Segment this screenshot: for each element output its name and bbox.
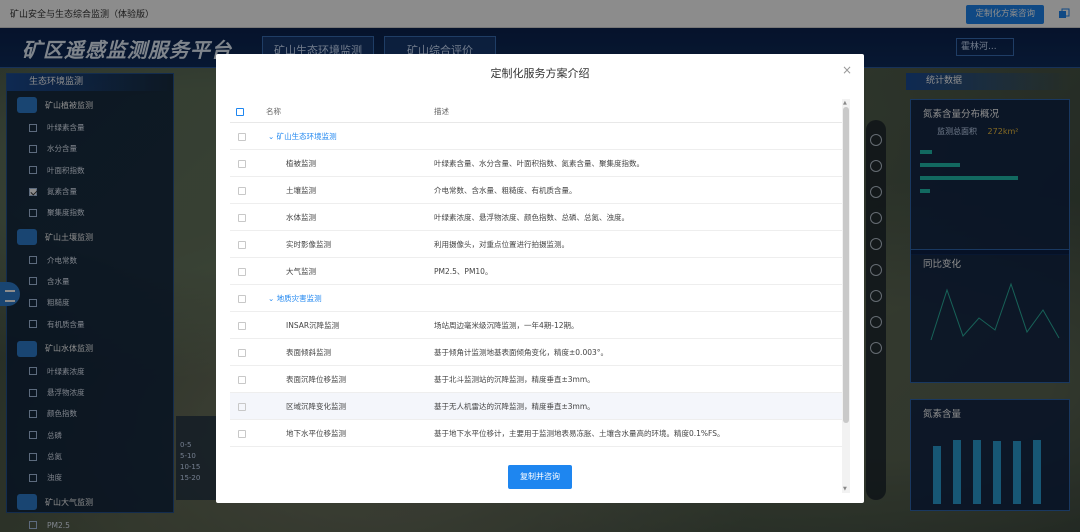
group-name: 矿山生态环境监测	[276, 132, 337, 141]
service-plan-modal: 定制化服务方案介绍 × 名称 描述 ⌄ 矿山生态环境监测 植被监测 叶绿素含量、水分…	[216, 54, 864, 503]
row-name[interactable]: ⌄ 地质灾害监测	[268, 293, 322, 304]
row-checkbox[interactable]	[238, 429, 246, 438]
row-checkbox[interactable]	[238, 240, 246, 249]
scroll-thumb[interactable]	[843, 107, 849, 423]
row-name: 表面沉降位移监测	[286, 375, 346, 384]
table-row[interactable]: 实时影像监测 利用摄像头，对重点位置进行拍摄监测。	[230, 231, 842, 258]
table-row[interactable]: 区域沉降变化监测 基于无人机雷达的沉降监测，精度垂直±3mm。	[230, 393, 842, 420]
service-table: 名称 描述 ⌄ 矿山生态环境监测 植被监测 叶绿素含量、水分含量、叶面积指数、氮素含…	[230, 99, 850, 493]
table-row[interactable]: 水体监测 叶绿素浓度、悬浮物浓度、颜色指数、总磷、总氮、浊度。	[230, 204, 842, 231]
table-row[interactable]: 大气监测 PM2.5、PM10。	[230, 258, 842, 285]
row-checkbox[interactable]	[238, 294, 246, 303]
table-row[interactable]: 土壤监测 介电常数、含水量、粗糙度、有机质含量。	[230, 177, 842, 204]
scroll-up-icon[interactable]: ▲	[843, 100, 847, 106]
row-desc: 场站周边毫米级沉降监测，一年4期-12期。	[434, 321, 579, 330]
table-row[interactable]: 表面倾斜监测 基于倾角计监测地基表面倾角变化，精度±0.003°。	[230, 339, 842, 366]
table-row[interactable]: INSAR沉降监测 场站周边毫米级沉降监测，一年4期-12期。	[230, 312, 842, 339]
table-group-row[interactable]: ⌄ 矿山生态环境监测	[230, 123, 842, 150]
row-name: 土壤监测	[286, 186, 316, 195]
table-scrollbar[interactable]: ▲ ▼	[842, 99, 850, 493]
row-name: 表面倾斜监测	[286, 348, 331, 357]
row-desc: 介电常数、含水量、粗糙度、有机质含量。	[434, 186, 577, 195]
row-desc: 基于北斗监测站的沉降监测，精度垂直±3mm。	[434, 375, 595, 384]
row-checkbox[interactable]	[238, 132, 246, 141]
row-desc: 利用摄像头，对重点位置进行拍摄监测。	[434, 240, 569, 249]
scroll-down-icon[interactable]: ▼	[843, 486, 847, 492]
row-checkbox[interactable]	[238, 321, 246, 330]
row-checkbox[interactable]	[238, 213, 246, 222]
row-checkbox[interactable]	[238, 186, 246, 195]
row-desc: 基于无人机雷达的沉降监测，精度垂直±3mm。	[434, 402, 595, 411]
column-desc: 描述	[434, 107, 449, 116]
copy-consult-button[interactable]: 复制并咨询	[508, 465, 572, 489]
row-checkbox[interactable]	[238, 375, 246, 384]
row-checkbox[interactable]	[238, 402, 246, 411]
row-name: 植被监测	[286, 159, 316, 168]
row-name: 实时影像监测	[286, 240, 331, 249]
modal-title: 定制化服务方案介绍	[490, 67, 590, 80]
close-icon[interactable]: ×	[842, 63, 852, 77]
group-name: 地质灾害监测	[276, 294, 322, 303]
row-name: 大气监测	[286, 267, 316, 276]
select-all-checkbox[interactable]	[236, 107, 244, 116]
row-name[interactable]: ⌄ 矿山生态环境监测	[268, 131, 337, 142]
row-name: 区域沉降变化监测	[286, 402, 346, 411]
row-name: 地下水平位移监测	[286, 429, 346, 438]
row-desc: 基于倾角计监测地基表面倾角变化，精度±0.003°。	[434, 348, 609, 357]
table-group-row[interactable]: ⌄ 地质灾害监测	[230, 285, 842, 312]
row-desc: 叶绿素浓度、悬浮物浓度、颜色指数、总磷、总氮、浊度。	[434, 213, 629, 222]
column-name: 名称	[266, 107, 281, 116]
table-row[interactable]: 表面沉降位移监测 基于北斗监测站的沉降监测，精度垂直±3mm。	[230, 366, 842, 393]
row-name: 水体监测	[286, 213, 316, 222]
table-row[interactable]: 地下水平位移监测 基于地下水平位移计，主要用于监测地表易冻胀、土壤含水量高的环境。…	[230, 420, 842, 447]
row-checkbox[interactable]	[238, 348, 246, 357]
chevron-down-icon: ⌄	[268, 132, 277, 141]
row-desc: PM2.5、PM10。	[434, 267, 493, 276]
row-checkbox[interactable]	[238, 159, 246, 168]
table-row[interactable]: 植被监测 叶绿素含量、水分含量、叶面积指数、氮素含量、聚集度指数。	[230, 150, 842, 177]
row-name: INSAR沉降监测	[286, 321, 340, 330]
row-desc: 基于地下水平位移计，主要用于监测地表易冻胀、土壤含水量高的环境。精度0.1%FS…	[434, 429, 725, 438]
row-checkbox[interactable]	[238, 267, 246, 276]
table-header: 名称 描述	[230, 99, 850, 123]
row-desc: 叶绿素含量、水分含量、叶面积指数、氮素含量、聚集度指数。	[434, 159, 644, 168]
chevron-down-icon: ⌄	[268, 294, 277, 303]
